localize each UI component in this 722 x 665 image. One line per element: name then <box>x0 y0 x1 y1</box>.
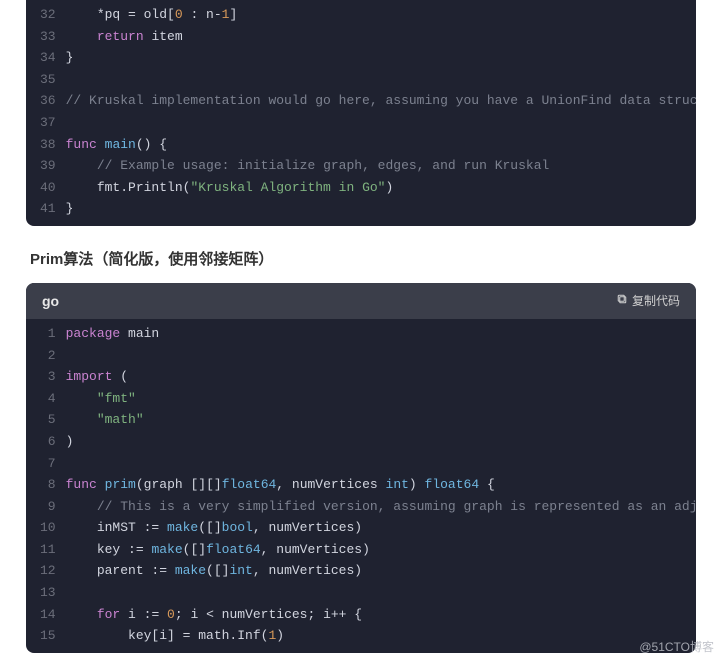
code-line: "math" <box>66 409 696 431</box>
code-line: } <box>66 47 696 69</box>
watermark: @51CTO博客 <box>639 638 714 655</box>
copy-code-button[interactable]: 复制代码 <box>616 292 680 309</box>
line-number: 38 <box>40 134 56 156</box>
code-line <box>66 345 696 367</box>
line-number: 10 <box>40 517 56 539</box>
code-line <box>66 112 696 134</box>
code-body: 32333435363738394041 *pq = old[0 : n-1] … <box>26 0 696 226</box>
code-line: key[i] = math.Inf(1) <box>66 625 696 647</box>
line-number: 37 <box>40 112 56 134</box>
code-line: fmt.Println("Kruskal Algorithm in Go") <box>66 177 696 199</box>
code-line: package main <box>66 323 696 345</box>
line-number: 33 <box>40 26 56 48</box>
line-number: 13 <box>40 582 56 604</box>
code-block-kruskal: 32333435363738394041 *pq = old[0 : n-1] … <box>26 0 696 226</box>
code-line: return item <box>66 26 696 48</box>
code-header: go 复制代码 <box>26 283 696 319</box>
line-number: 39 <box>40 155 56 177</box>
line-number: 7 <box>40 453 56 475</box>
line-number: 6 <box>40 431 56 453</box>
line-number: 34 <box>40 47 56 69</box>
code-line: // This is a very simplified version, as… <box>66 496 696 518</box>
code-body: 123456789101112131415 package mainimport… <box>26 319 696 653</box>
line-number: 1 <box>40 323 56 345</box>
line-number: 41 <box>40 198 56 220</box>
code-line: } <box>66 198 696 220</box>
line-number: 35 <box>40 69 56 91</box>
code-line <box>66 69 696 91</box>
line-gutter: 123456789101112131415 <box>26 323 66 647</box>
line-number: 5 <box>40 409 56 431</box>
code-line: *pq = old[0 : n-1] <box>66 4 696 26</box>
code-line: parent := make([]int, numVertices) <box>66 560 696 582</box>
code-line: // Example usage: initialize graph, edge… <box>66 155 696 177</box>
section-title: Prim算法（简化版，使用邻接矩阵） <box>30 248 696 269</box>
line-number: 4 <box>40 388 56 410</box>
line-number: 36 <box>40 90 56 112</box>
line-number: 11 <box>40 539 56 561</box>
line-number: 40 <box>40 177 56 199</box>
line-number: 9 <box>40 496 56 518</box>
code-line <box>66 582 696 604</box>
code-line: func main() { <box>66 134 696 156</box>
copy-code-label: 复制代码 <box>632 292 680 309</box>
code-line: func prim(graph [][]float64, numVertices… <box>66 474 696 496</box>
code-line <box>66 453 696 475</box>
copy-icon <box>616 293 628 308</box>
code-lines: *pq = old[0 : n-1] return item} // Kruska… <box>66 4 696 220</box>
code-block-prim: go 复制代码 123456789101112131415 package ma… <box>26 283 696 653</box>
line-number: 12 <box>40 560 56 582</box>
line-number: 14 <box>40 604 56 626</box>
code-line: key := make([]float64, numVertices) <box>66 539 696 561</box>
line-number: 15 <box>40 625 56 647</box>
line-number: 2 <box>40 345 56 367</box>
language-label: go <box>42 293 59 309</box>
code-line: // Kruskal implementation would go here,… <box>66 90 696 112</box>
code-line: for i := 0; i < numVertices; i++ { <box>66 604 696 626</box>
code-lines: package main import ( "fmt" "math") func p… <box>66 323 696 647</box>
code-line: import ( <box>66 366 696 388</box>
line-number: 32 <box>40 4 56 26</box>
code-line: inMST := make([]bool, numVertices) <box>66 517 696 539</box>
code-line: "fmt" <box>66 388 696 410</box>
line-gutter: 32333435363738394041 <box>26 4 66 220</box>
code-line: ) <box>66 431 696 453</box>
line-number: 3 <box>40 366 56 388</box>
line-number: 8 <box>40 474 56 496</box>
